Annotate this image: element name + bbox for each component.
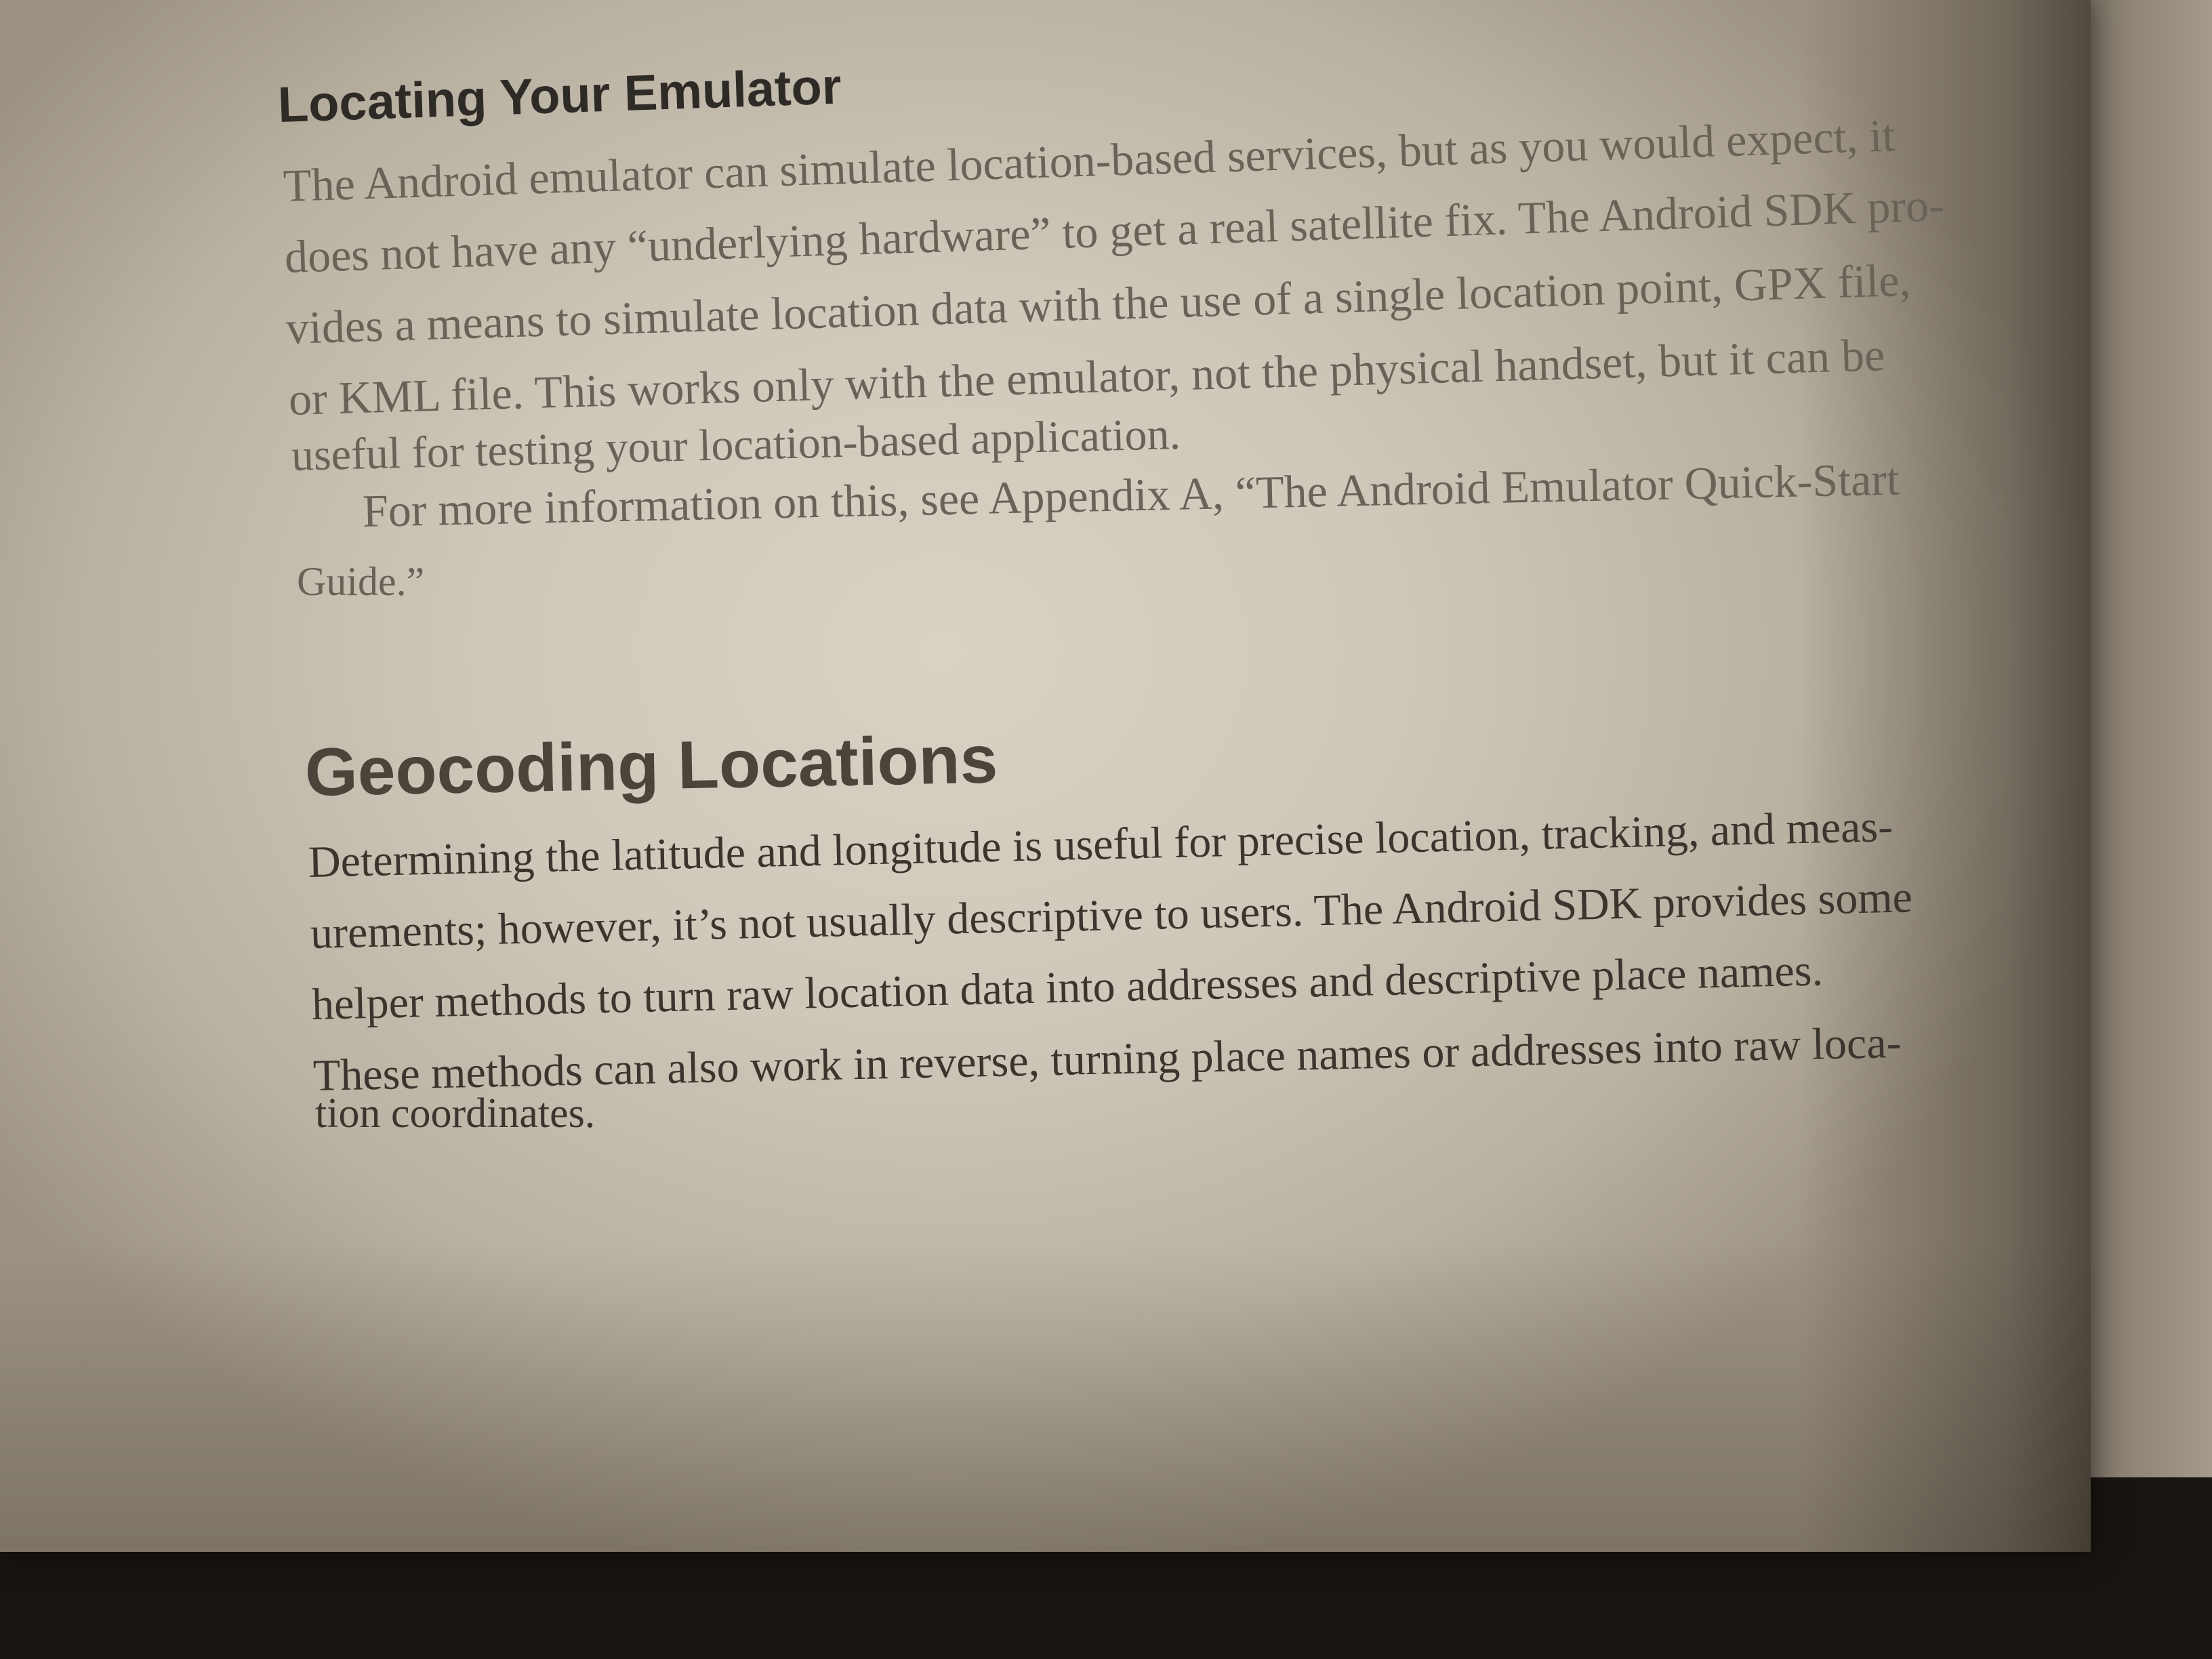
photo-background: Locating Your Emulator The Android emula… <box>0 0 2212 1659</box>
paragraph-line: useful for testing your location-based a… <box>291 409 1181 480</box>
heading-geocoding-locations: Geocoding Locations <box>304 721 999 811</box>
heading-locating-your-emulator: Locating Your Emulator <box>276 58 842 133</box>
paragraph-line: Determining the latitude and longitude i… <box>308 801 1893 887</box>
paragraph-line: Guide.” <box>297 559 425 604</box>
paragraph-line: These methods can also work in reverse, … <box>312 1017 1902 1101</box>
paragraph-line: urements; however, it’s not usually desc… <box>310 872 1913 958</box>
paragraph-line: helper methods to turn raw location data… <box>311 945 1824 1029</box>
paragraph-line: tion coordinates. <box>315 1090 596 1136</box>
page-text: Locating Your Emulator The Android emula… <box>0 0 2212 1659</box>
